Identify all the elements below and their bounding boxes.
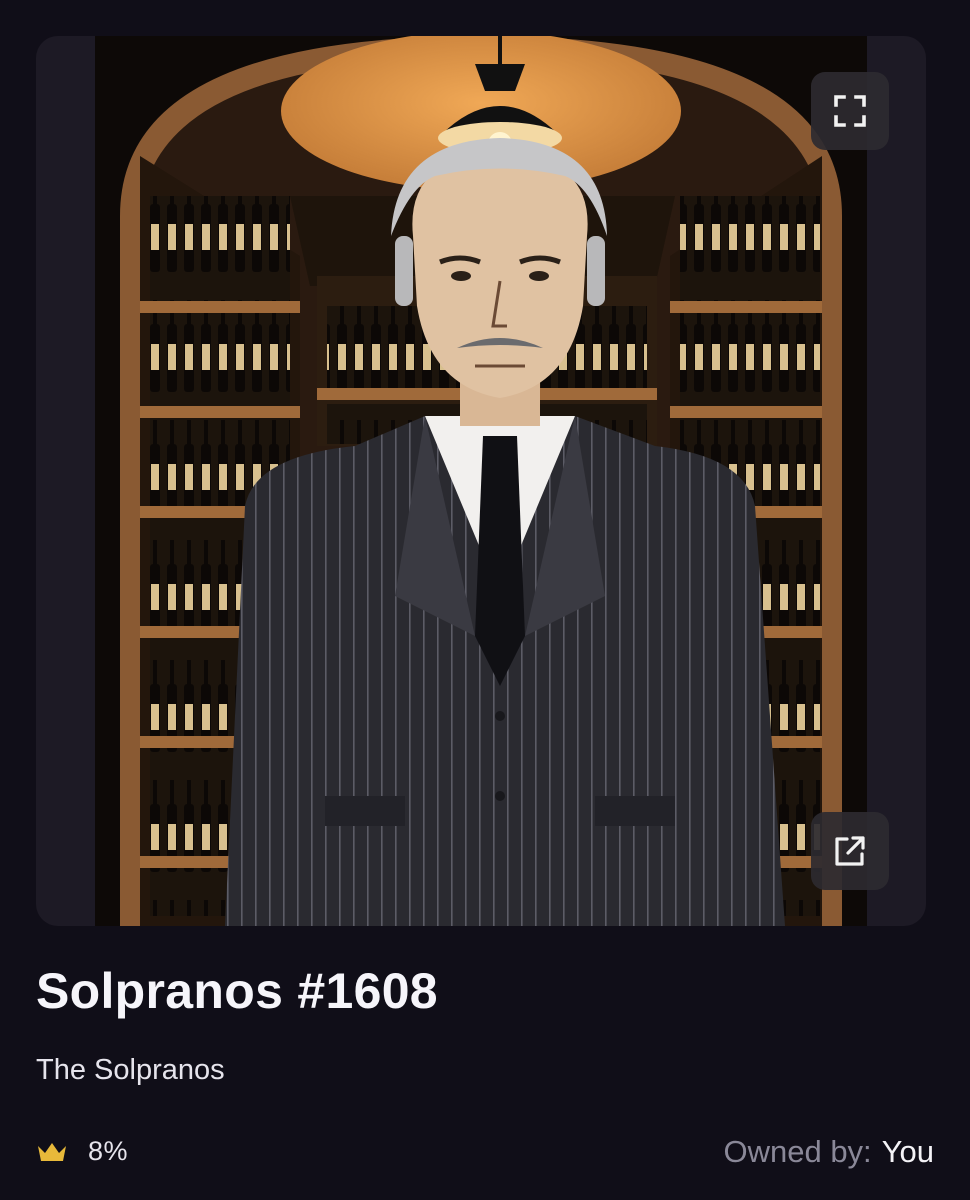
- owner-info: Owned by: You: [723, 1134, 934, 1170]
- owner-value[interactable]: You: [882, 1134, 934, 1169]
- crown-icon: [38, 1142, 66, 1161]
- expand-button[interactable]: [811, 72, 889, 150]
- rarity-value: 8%: [88, 1136, 129, 1166]
- external-link-icon: [835, 836, 865, 866]
- collection-name[interactable]: The Solpranos: [36, 1054, 225, 1087]
- owner-label: Owned by:: [723, 1134, 872, 1169]
- nft-artwork[interactable]: [95, 36, 867, 926]
- rarity-indicator: 8%: [36, 1136, 128, 1167]
- expand-icon: [834, 95, 866, 127]
- nft-title: Solpranos #1608: [36, 963, 438, 1019]
- nft-media-card: [36, 36, 926, 926]
- open-external-button[interactable]: [811, 812, 889, 890]
